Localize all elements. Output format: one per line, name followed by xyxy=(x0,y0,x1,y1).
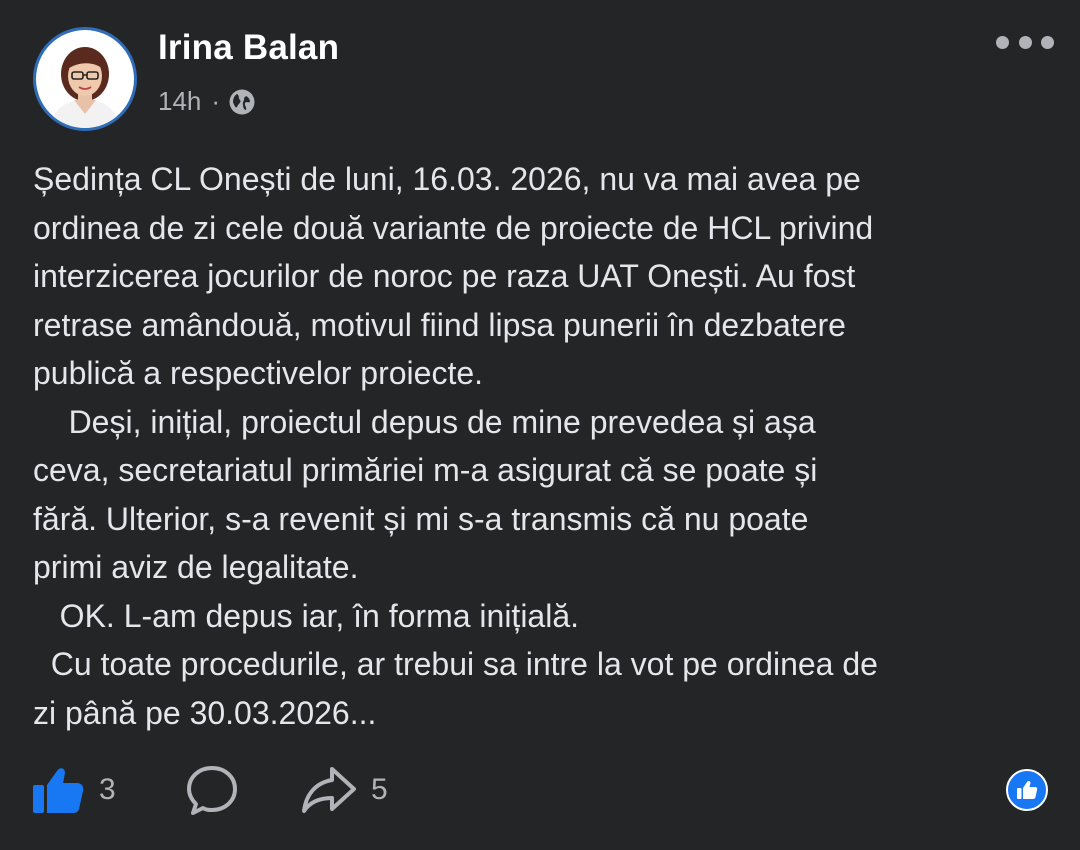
like-button[interactable]: 3 xyxy=(31,758,116,822)
author-name[interactable]: Irina Balan xyxy=(158,28,339,68)
post-timestamp[interactable]: 14h xyxy=(158,86,201,117)
more-dot xyxy=(1041,35,1054,49)
more-dot xyxy=(1018,35,1032,49)
globe-icon[interactable] xyxy=(228,88,256,116)
comment-button[interactable] xyxy=(185,758,239,822)
action-bar: 3 5 xyxy=(0,758,1080,822)
more-dot xyxy=(996,35,1009,49)
post-meta: 14h · xyxy=(158,84,256,118)
share-count: 5 xyxy=(371,773,388,806)
thumbs-up-icon xyxy=(31,763,85,817)
comment-icon xyxy=(185,763,239,817)
share-button[interactable]: 5 xyxy=(301,758,388,822)
post-card: Irina Balan 14h · Ședința CL Onești de l… xyxy=(0,0,1080,850)
meta-separator: · xyxy=(211,85,221,116)
like-reaction-icon[interactable] xyxy=(1006,769,1048,811)
share-icon xyxy=(301,763,357,817)
like-count: 3 xyxy=(99,773,116,806)
more-options-icon[interactable] xyxy=(996,30,1054,54)
avatar[interactable] xyxy=(33,27,137,131)
post-body: Ședința CL Onești de luni, 16.03. 2026, … xyxy=(33,161,878,731)
